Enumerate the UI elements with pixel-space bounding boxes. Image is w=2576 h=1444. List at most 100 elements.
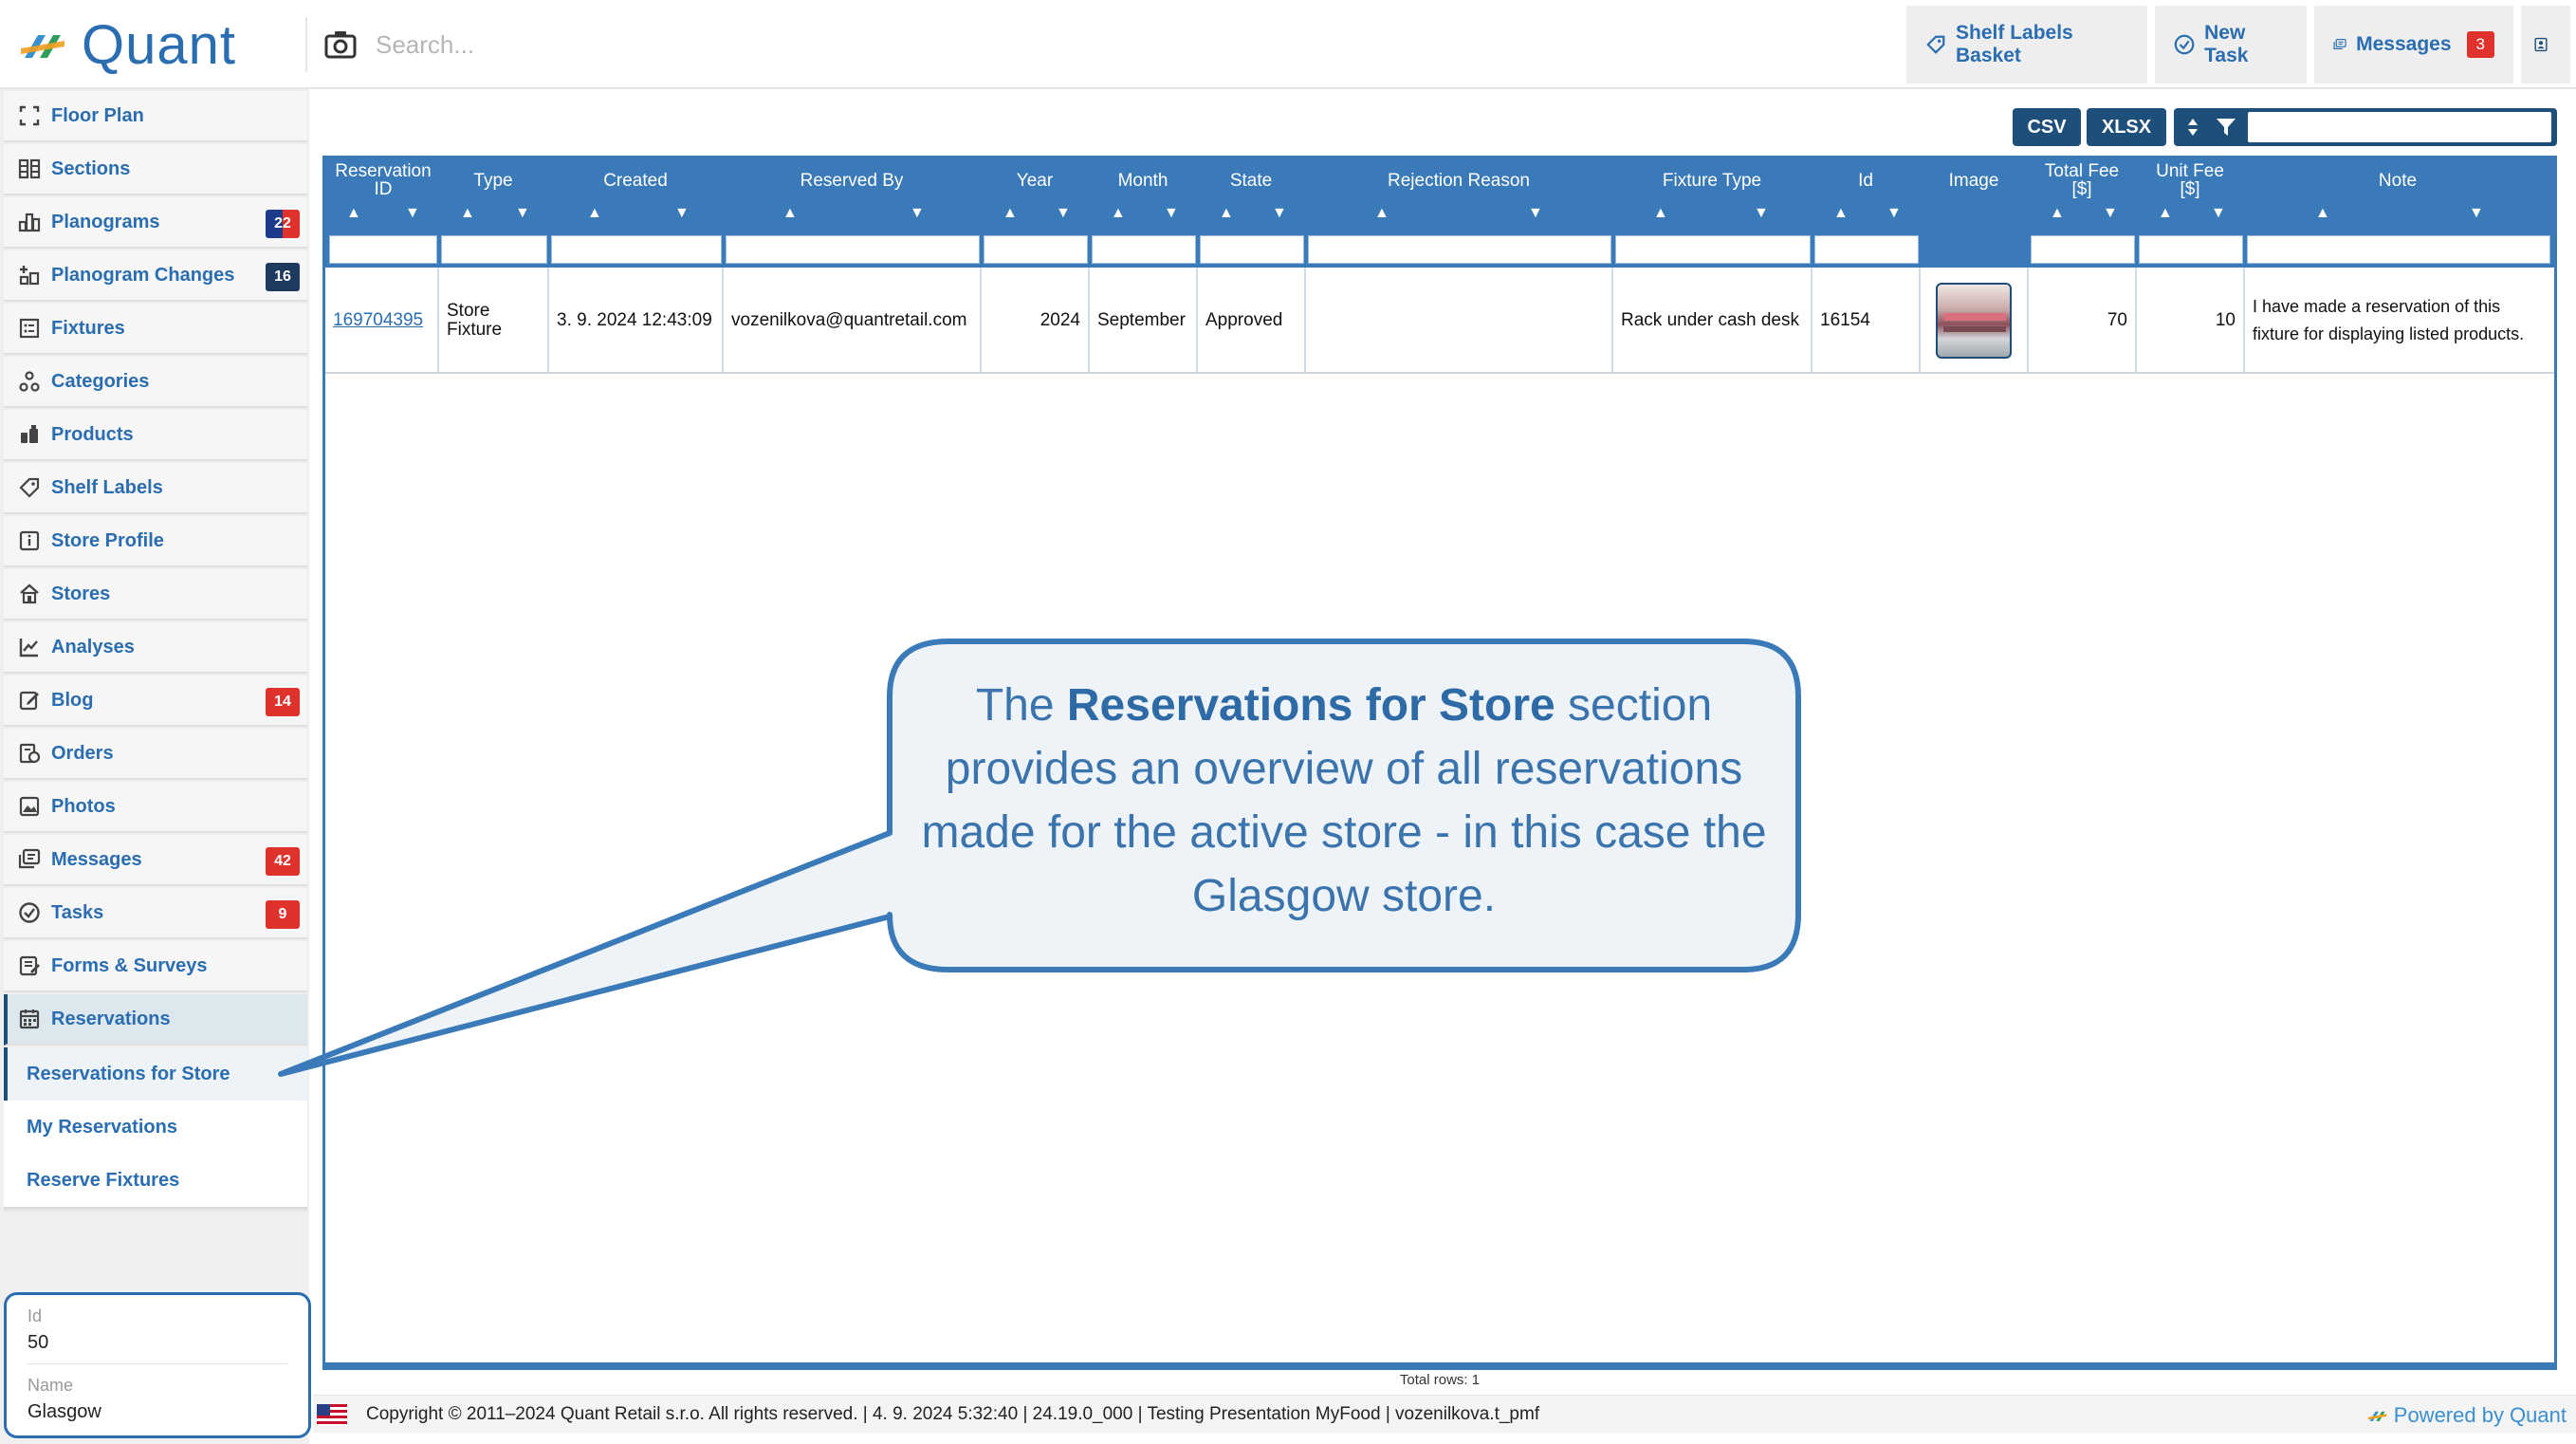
copyright-text: Copyright © 2011–2024 Quant Retail s.r.o…	[366, 1403, 1540, 1424]
filter-state[interactable]	[1200, 235, 1304, 264]
filter-id[interactable]	[1814, 235, 1919, 264]
sidebar-item-photos[interactable]: Photos	[4, 782, 307, 833]
sort-asc-icon[interactable]: ▲	[1653, 205, 1668, 222]
sort-desc-icon[interactable]: ▼	[2469, 205, 2484, 222]
sidebar-item-products[interactable]: Products	[4, 410, 307, 461]
sidebar-item-reservations[interactable]: Reservations	[4, 994, 307, 1046]
sidebar-item-blog[interactable]: Blog 14	[4, 676, 307, 727]
quick-filter-input[interactable]	[2248, 112, 2551, 142]
csv-export-button[interactable]: CSV	[2013, 108, 2081, 146]
cell-rejection-reason	[1306, 268, 1611, 374]
categories-icon	[17, 369, 42, 394]
sidebar-item-sections[interactable]: Sections	[4, 144, 307, 195]
filter-note[interactable]	[2247, 235, 2550, 264]
search-input[interactable]	[376, 21, 1229, 68]
sort-desc-icon[interactable]: ▼	[1528, 205, 1543, 222]
sidebar-item-messages[interactable]: Messages 42	[4, 835, 307, 886]
sidebar-item-label: Stores	[51, 583, 111, 604]
us-flag-icon[interactable]	[317, 1403, 347, 1425]
sidebar-item-planograms[interactable]: Planograms 22	[4, 197, 307, 249]
sidebar-subitem-my-reservations[interactable]: My Reservations	[4, 1101, 307, 1154]
sidebar-item-shelf-labels[interactable]: Shelf Labels	[4, 463, 307, 514]
column-header-reservation-id[interactable]: Reservation ID	[329, 161, 437, 199]
sidebar-item-store-profile[interactable]: Store Profile	[4, 516, 307, 567]
xlsx-export-button[interactable]: XLSX	[2087, 108, 2166, 146]
sort-asc-icon[interactable]: ▲	[782, 205, 798, 222]
sidebar-item-stores[interactable]: Stores	[4, 569, 307, 620]
reservation-id-link[interactable]: 169704395	[333, 309, 423, 332]
sort-desc-icon[interactable]: ▼	[1272, 205, 1287, 222]
filter-month[interactable]	[1092, 235, 1196, 264]
messages-button[interactable]: Messages 3	[2314, 6, 2513, 83]
sort-desc-icon[interactable]: ▼	[515, 205, 530, 222]
sidebar-item-categories[interactable]: Categories	[4, 357, 307, 408]
messages-icon	[2333, 38, 2346, 49]
filter-total-fee[interactable]	[2031, 235, 2135, 264]
powered-by-link[interactable]: Powered by Quant	[2367, 1403, 2567, 1428]
column-header-unit-fee[interactable]: Unit Fee [$]	[2137, 161, 2243, 199]
profile-button[interactable]	[2521, 6, 2570, 83]
sort-asc-icon[interactable]: ▲	[2158, 205, 2173, 222]
column-header-note[interactable]: Note	[2245, 161, 2550, 199]
sidebar-subitem-reserve-fixtures[interactable]: Reserve Fixtures	[4, 1154, 307, 1207]
sidebar-item-planogram-changes[interactable]: Planogram Changes 16	[4, 250, 307, 302]
filter-fixture-type[interactable]	[1615, 235, 1811, 264]
filter-reservation-id[interactable]	[329, 235, 437, 264]
sort-asc-icon[interactable]: ▲	[460, 205, 475, 222]
filter-icon[interactable]	[2216, 117, 2236, 138]
sort-asc-icon[interactable]: ▲	[1833, 205, 1849, 222]
top-header: Quant Shelf Labels Basket New Task Messa…	[0, 0, 2576, 89]
sort-desc-icon[interactable]: ▼	[674, 205, 690, 222]
column-header-total-fee[interactable]: Total Fee [$]	[2029, 161, 2135, 199]
sort-desc-icon[interactable]: ▼	[405, 205, 420, 222]
sort-desc-icon[interactable]: ▼	[1754, 205, 1769, 222]
sort-desc-icon[interactable]: ▼	[2211, 205, 2226, 222]
column-header-id[interactable]: Id	[1812, 161, 1919, 199]
column-header-fixture-type[interactable]: Fixture Type	[1613, 161, 1811, 199]
active-store-panel[interactable]: Id 50 Name Glasgow	[4, 1292, 311, 1438]
cell-reservation-id[interactable]: 169704395	[325, 268, 437, 374]
sort-asc-icon[interactable]: ▲	[2315, 205, 2330, 222]
column-header-type[interactable]: Type	[439, 161, 547, 199]
sidebar-item-floor-plan[interactable]: Floor Plan	[4, 91, 307, 142]
column-header-month[interactable]: Month	[1090, 161, 1196, 199]
sort-asc-icon[interactable]: ▲	[1003, 205, 1018, 222]
filter-rejection-reason[interactable]	[1308, 235, 1611, 264]
sidebar-subitem-reservations-for-store[interactable]: Reservations for Store	[4, 1047, 307, 1101]
sidebar-item-analyses[interactable]: Analyses	[4, 622, 307, 674]
sort-asc-icon[interactable]: ▲	[346, 205, 361, 222]
sidebar-item-fixtures[interactable]: Fixtures	[4, 304, 307, 355]
sort-asc-icon[interactable]: ▲	[2050, 205, 2065, 222]
column-header-rejection-reason[interactable]: Rejection Reason	[1306, 161, 1611, 199]
forms-icon	[17, 953, 42, 978]
filter-type[interactable]	[441, 235, 547, 264]
sidebar-item-forms-surveys[interactable]: Forms & Surveys	[4, 941, 307, 992]
new-task-button[interactable]: New Task	[2155, 6, 2307, 83]
sort-icon[interactable]	[2187, 118, 2199, 137]
filter-created[interactable]	[551, 235, 722, 264]
fixture-thumbnail[interactable]	[1936, 283, 2012, 359]
filter-unit-fee[interactable]	[2139, 235, 2243, 264]
sort-desc-icon[interactable]: ▼	[910, 205, 925, 222]
sort-asc-icon[interactable]: ▲	[1111, 205, 1126, 222]
column-header-reserved-by[interactable]: Reserved By	[724, 161, 980, 199]
filter-year[interactable]	[984, 235, 1088, 264]
sort-desc-icon[interactable]: ▼	[2103, 205, 2118, 222]
sort-asc-icon[interactable]: ▲	[1219, 205, 1234, 222]
sort-desc-icon[interactable]: ▼	[1886, 205, 1902, 222]
column-header-year[interactable]: Year	[982, 161, 1088, 199]
sidebar-item-tasks[interactable]: Tasks 9	[4, 888, 307, 939]
sort-desc-icon[interactable]: ▼	[1164, 205, 1179, 222]
table-row[interactable]: 169704395 Store Fixture 3. 9. 2024 12:43…	[325, 268, 2554, 374]
sort-asc-icon[interactable]: ▲	[1374, 205, 1389, 222]
sidebar-item-orders[interactable]: Orders	[4, 729, 307, 780]
column-header-created[interactable]: Created	[549, 161, 722, 199]
camera-icon[interactable]	[324, 30, 357, 59]
sort-desc-icon[interactable]: ▼	[1056, 205, 1071, 222]
filter-reserved-by[interactable]	[726, 235, 980, 264]
store-id-label: Id	[28, 1306, 43, 1325]
quant-logo[interactable]: Quant	[19, 14, 236, 76]
column-header-state[interactable]: State	[1198, 161, 1304, 199]
sort-asc-icon[interactable]: ▲	[587, 205, 602, 222]
shelf-labels-basket-button[interactable]: Shelf Labels Basket	[1906, 6, 2147, 83]
